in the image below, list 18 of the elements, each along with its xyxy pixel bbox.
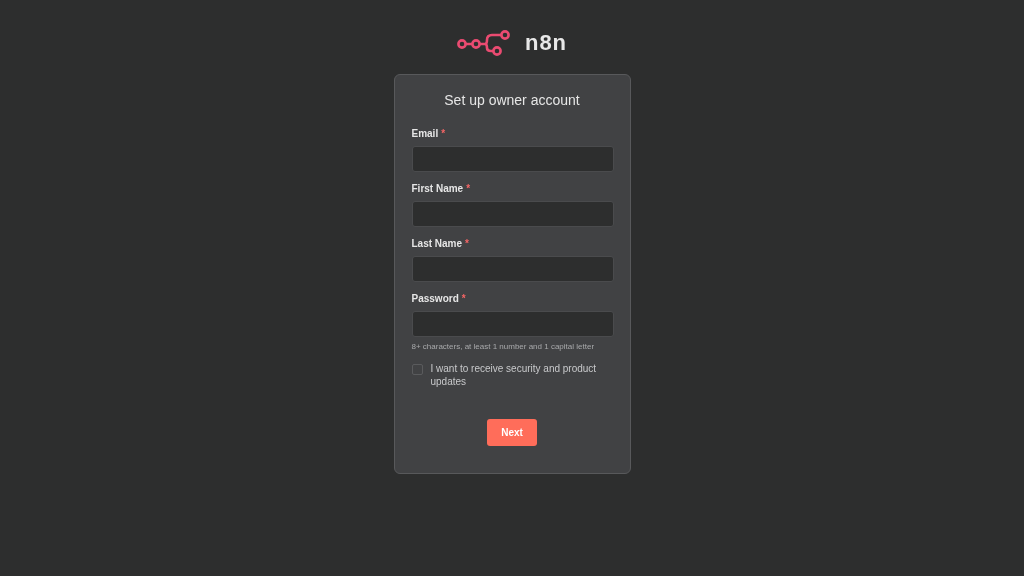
input-field[interactable] <box>411 201 614 227</box>
field-label: Password <box>411 293 459 304</box>
logo-text: n8n <box>524 30 568 56</box>
checkbox-label: I want to receive security and product updates <box>430 362 598 388</box>
checkbox[interactable] <box>411 364 423 375</box>
hint-text: 8+ characters, at least 1 number and 1 capital letter <box>411 342 596 351</box>
field-label: First Name <box>411 183 464 194</box>
required-mark: * <box>461 293 466 304</box>
field-label: Email <box>411 128 439 139</box>
input-field[interactable] <box>411 256 614 282</box>
next-button[interactable]: Next <box>487 419 537 446</box>
card-title: Set up owner account <box>443 92 581 108</box>
required-mark: * <box>466 183 471 194</box>
required-mark: * <box>465 238 469 249</box>
input-field[interactable] <box>411 311 614 337</box>
input-field[interactable] <box>411 146 614 172</box>
required-mark: * <box>441 128 446 139</box>
field-label: Last Name <box>411 238 463 249</box>
